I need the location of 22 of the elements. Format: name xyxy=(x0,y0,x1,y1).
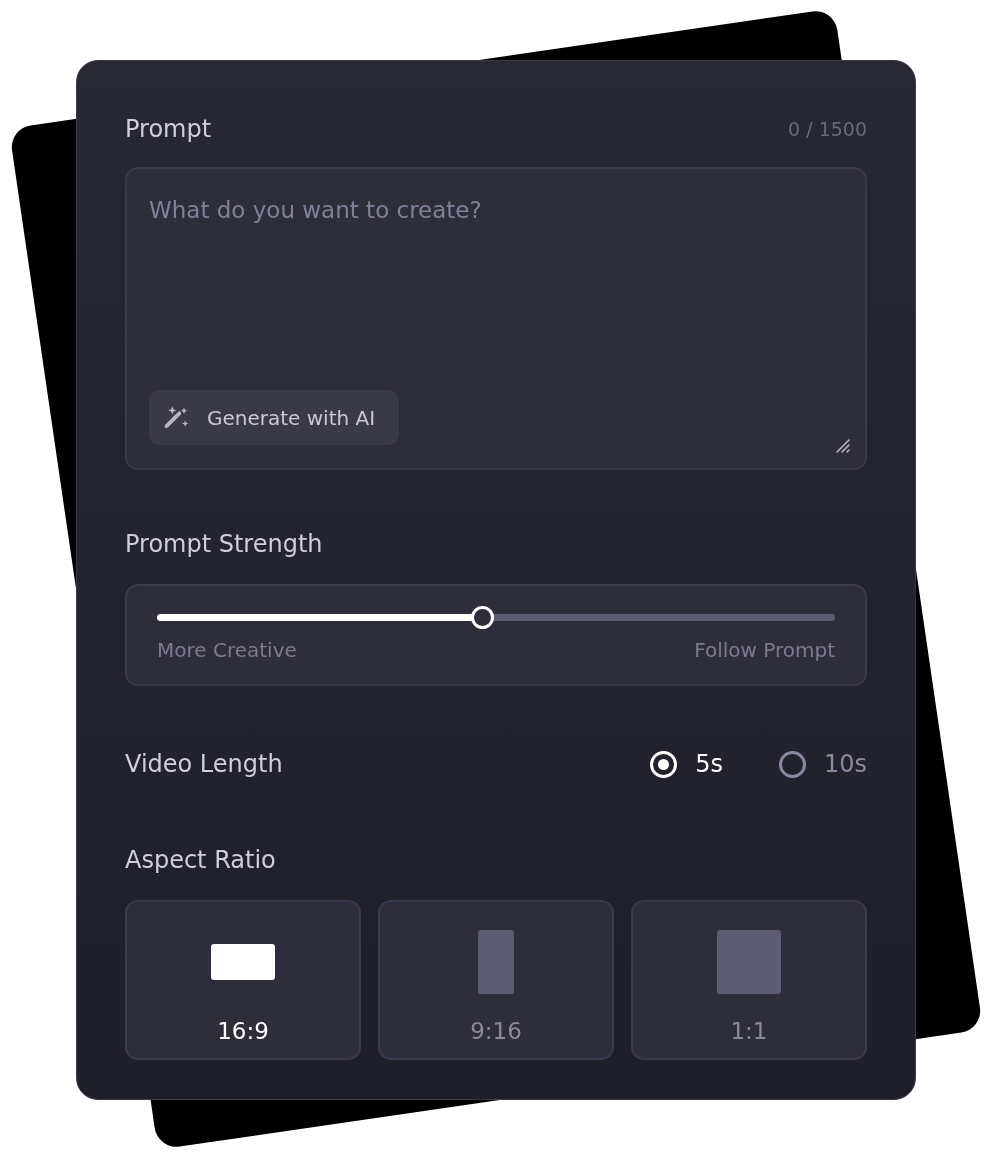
character-counter: 0 / 1500 xyxy=(788,118,867,140)
aspect-option[interactable]: 16:9 xyxy=(125,900,361,1060)
aspect-option[interactable]: 1:1 xyxy=(631,900,867,1060)
prompt-label: Prompt xyxy=(125,115,212,143)
radio-option[interactable]: 10s xyxy=(778,750,867,778)
resize-handle-icon xyxy=(835,438,851,454)
square-icon xyxy=(717,930,781,994)
radio-circle[interactable] xyxy=(778,750,806,778)
slider-min-label: More Creative xyxy=(157,638,297,662)
aspect-option[interactable]: 9:16 xyxy=(378,900,614,1060)
aspect-label: 16:9 xyxy=(217,1018,269,1044)
aspect-label: 1:1 xyxy=(730,1018,768,1044)
radio-option[interactable]: 5s xyxy=(650,750,723,778)
slider-thumb[interactable] xyxy=(471,606,495,629)
portrait-rectangle-icon xyxy=(478,930,514,994)
generate-button[interactable]: Generate with AI xyxy=(149,390,400,445)
landscape-rectangle-icon xyxy=(211,944,275,980)
prompt-strength-label: Prompt Strength xyxy=(125,530,324,560)
slider-max-label: Follow Prompt xyxy=(694,638,835,662)
aspect-ratio-label: Aspect Ratio xyxy=(125,846,277,876)
video-length-label: Video Length xyxy=(125,750,283,778)
aspect-label: 9:16 xyxy=(470,1018,522,1044)
